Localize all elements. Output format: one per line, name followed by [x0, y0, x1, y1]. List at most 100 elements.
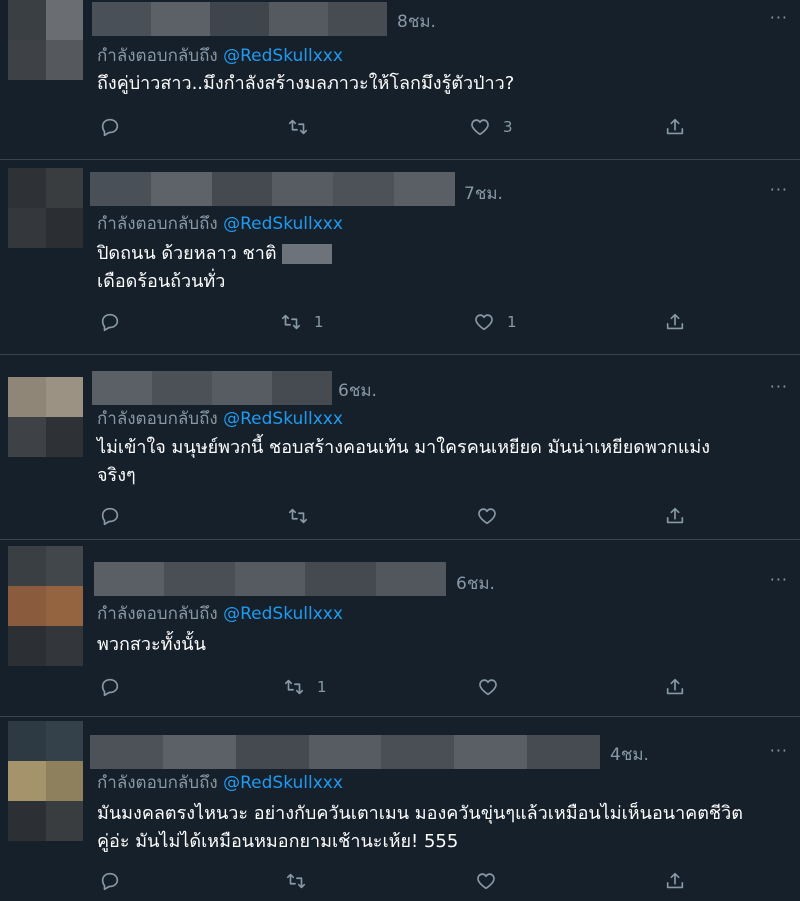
tweet-time[interactable]: 7ชม. — [464, 180, 503, 207]
reply-context: กำลังตอบกลับถึง @RedSkullxxx — [97, 42, 343, 69]
tweet-text: พวกสวะทั้งนั้น — [97, 631, 787, 659]
more-dots-icon[interactable]: ··· — [770, 741, 788, 760]
tweet-actions — [97, 505, 697, 535]
retweet-count: 1 — [317, 678, 327, 696]
like-icon — [475, 314, 493, 331]
like-icon — [477, 873, 495, 890]
more-dots-icon[interactable]: ··· — [770, 180, 788, 199]
tweet-2[interactable]: 7ชม. ··· กำลังตอบกลับถึง @RedSkullxxx ปิ… — [0, 160, 800, 355]
reply-button[interactable] — [99, 505, 121, 527]
tweet-text-line: ไม่เข้าใจ มนุษย์พวกนี้ ชอบสร้างคอนเท้น ม… — [97, 437, 711, 458]
tweet-text-segment: ปิดถนน ด้วยหลาว ชาติ — [97, 243, 277, 264]
tweet-text: ปิดถนน ด้วยหลาว ชาติ เดือดร้อนถ้วนทั่ว — [97, 240, 787, 296]
reply-prefix: กำลังตอบกลับถึง — [97, 604, 218, 624]
like-button[interactable] — [475, 870, 509, 892]
tweet-5[interactable]: 4ชม. ··· กำลังตอบกลับถึง @RedSkullxxx มั… — [0, 717, 800, 901]
like-icon — [478, 508, 496, 525]
reply-button[interactable] — [99, 870, 121, 892]
reply-handle-link[interactable]: @RedSkullxxx — [223, 773, 343, 793]
share-icon — [666, 872, 684, 889]
like-icon — [479, 679, 497, 696]
reply-button[interactable] — [99, 676, 121, 698]
share-button[interactable] — [664, 505, 686, 527]
reply-context: กำลังตอบกลับถึง @RedSkullxxx — [97, 405, 343, 432]
share-button[interactable] — [664, 870, 686, 892]
tweet-text: ไม่เข้าใจ มนุษย์พวกนี้ ชอบสร้างคอนเท้น ม… — [97, 434, 787, 490]
reply-context: กำลังตอบกลับถึง @RedSkullxxx — [97, 600, 343, 627]
tweet-actions: 1 — [97, 676, 697, 706]
reply-handle-link[interactable]: @RedSkullxxx — [223, 46, 343, 66]
reply-context: กำลังตอบกลับถึง @RedSkullxxx — [97, 210, 343, 237]
reply-prefix: กำลังตอบกลับถึง — [97, 46, 218, 66]
reply-icon — [101, 118, 119, 137]
retweet-icon — [288, 119, 308, 135]
share-button[interactable] — [664, 676, 686, 698]
like-button[interactable]: 3 — [469, 116, 513, 138]
reply-icon — [101, 507, 119, 526]
retweet-button[interactable]: 1 — [283, 676, 327, 698]
retweet-count: 1 — [314, 313, 324, 331]
retweet-icon — [281, 314, 301, 330]
more-dots-icon[interactable]: ··· — [770, 8, 788, 27]
blurred-username[interactable] — [94, 562, 447, 596]
blurred-username[interactable] — [90, 172, 455, 206]
reply-handle-link[interactable]: @RedSkullxxx — [223, 409, 343, 429]
tweet-time[interactable]: 8ชม. — [397, 8, 436, 35]
share-button[interactable] — [664, 311, 686, 333]
tweet-actions: 1 1 — [97, 311, 697, 341]
reply-prefix: กำลังตอบกลับถึง — [97, 773, 218, 793]
reply-prefix: กำลังตอบกลับถึง — [97, 409, 218, 429]
like-count: 3 — [503, 118, 513, 136]
tweet-text: มันมงคลตรงไหนวะ อย่างกับควันเตาเมน มองคว… — [97, 800, 787, 856]
reply-handle-link[interactable]: @RedSkullxxx — [223, 604, 343, 624]
tweet-actions: 3 — [97, 116, 697, 146]
more-dots-icon[interactable]: ··· — [770, 570, 788, 589]
tweet-text-line: ปิดถนน ด้วยหลาว ชาติ — [97, 240, 787, 268]
reply-button[interactable] — [99, 311, 121, 333]
tweet-text-line: พวกสวะทั้งนั้น — [97, 634, 206, 655]
retweet-button[interactable] — [285, 870, 319, 892]
like-icon — [471, 119, 489, 136]
reply-handle-link[interactable]: @RedSkullxxx — [223, 214, 343, 234]
tweet-text-line: คู่อ่ะ มันไม่ได้เหมือนหมอกยามเช้านะเห้ย!… — [97, 831, 459, 852]
avatar[interactable] — [8, 546, 83, 666]
avatar[interactable] — [8, 168, 83, 248]
redaction-block — [282, 244, 333, 264]
tweet-text-line: มันมงคลตรงไหนวะ อย่างกับควันเตาเมน มองคว… — [97, 803, 743, 824]
tweet-text-line: เดือดร้อนถ้วนทั่ว — [97, 271, 226, 292]
tweet-time[interactable]: 6ชม. — [456, 570, 495, 597]
blurred-username[interactable] — [90, 735, 601, 769]
tweet-text-line: จริงๆ — [97, 465, 136, 486]
tweet-time[interactable]: 6ชม. — [338, 377, 377, 404]
reply-context: กำลังตอบกลับถึง @RedSkullxxx — [97, 769, 343, 796]
retweet-button[interactable] — [287, 505, 321, 527]
tweet-1[interactable]: 8ชม. ··· กำลังตอบกลับถึง @RedSkullxxx ถึ… — [0, 0, 800, 160]
avatar[interactable] — [8, 0, 83, 80]
tweet-4[interactable]: 6ชม. ··· กำลังตอบกลับถึง @RedSkullxxx พว… — [0, 540, 800, 717]
retweet-icon — [288, 508, 308, 524]
retweet-icon — [284, 679, 304, 695]
share-icon — [666, 313, 684, 330]
avatar[interactable] — [8, 377, 83, 457]
like-button[interactable]: 1 — [473, 311, 517, 333]
retweet-button[interactable] — [287, 116, 321, 138]
blurred-username[interactable] — [92, 2, 387, 36]
retweet-button[interactable]: 1 — [280, 311, 324, 333]
like-count: 1 — [507, 313, 517, 331]
avatar[interactable] — [8, 721, 83, 841]
share-icon — [666, 678, 684, 695]
more-dots-icon[interactable]: ··· — [770, 377, 788, 396]
reply-button[interactable] — [99, 116, 121, 138]
share-icon — [666, 118, 684, 135]
share-button[interactable] — [664, 116, 686, 138]
reply-icon — [101, 313, 119, 332]
tweet-time[interactable]: 4ชม. — [610, 741, 649, 768]
like-button[interactable] — [476, 505, 510, 527]
reply-icon — [101, 872, 119, 891]
reply-icon — [101, 678, 119, 697]
blurred-username[interactable] — [92, 371, 332, 405]
tweet-text-line: ถึงคู่บ่าวสาว..มึงกำลังสร้างมลภาวะให้โลก… — [97, 73, 515, 94]
tweet-3[interactable]: 6ชม. ··· กำลังตอบกลับถึง @RedSkullxxx ไม… — [0, 355, 800, 540]
reply-prefix: กำลังตอบกลับถึง — [97, 214, 218, 234]
like-button[interactable] — [477, 676, 511, 698]
